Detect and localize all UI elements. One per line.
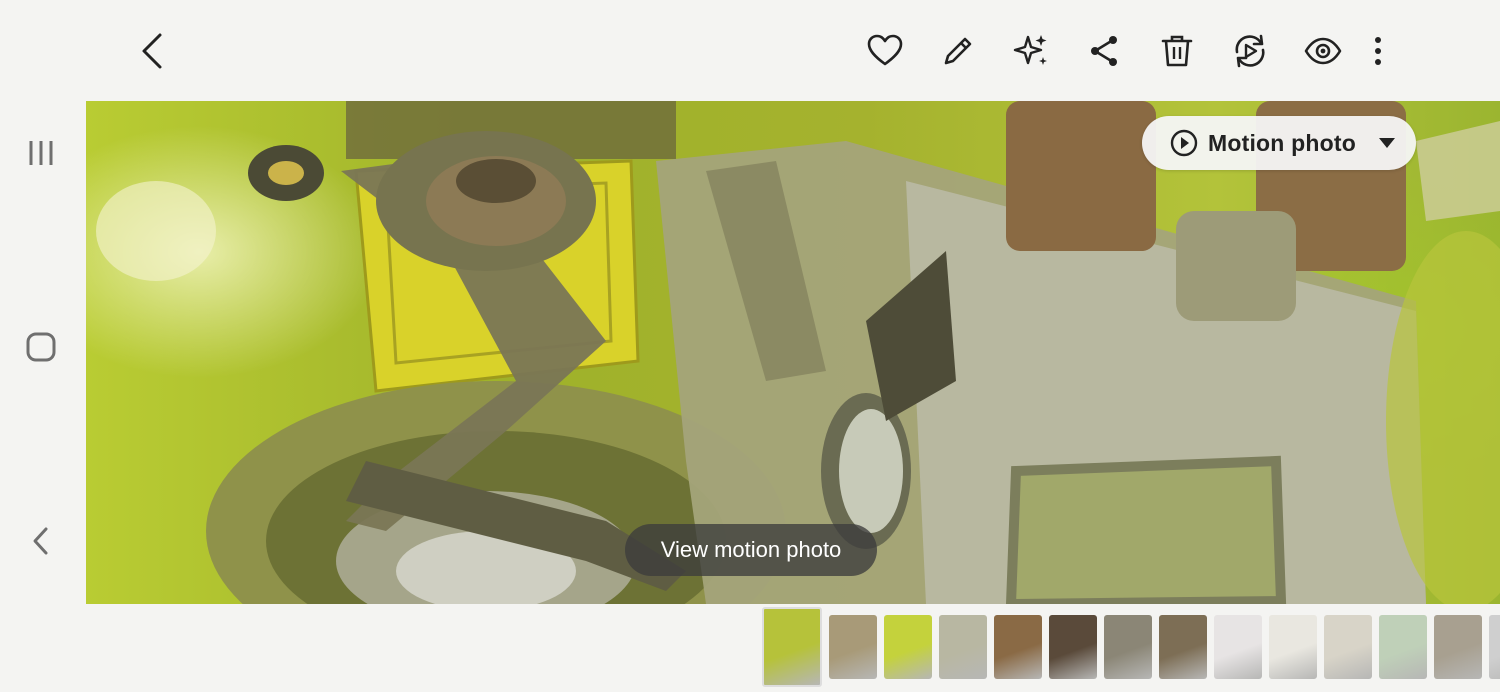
caret-down-icon — [1376, 132, 1398, 154]
recents-icon — [29, 141, 53, 165]
filmstrip-thumbnail[interactable] — [762, 607, 822, 687]
thumbnail-filmstrip[interactable] — [762, 607, 1500, 687]
filmstrip-thumbnail[interactable] — [1049, 615, 1097, 679]
view-motion-photo-button[interactable]: View motion photo — [625, 524, 877, 576]
ai-edit-button[interactable] — [1006, 26, 1056, 76]
filmstrip-thumbnail[interactable] — [884, 615, 932, 679]
remaster-button[interactable] — [1225, 26, 1275, 76]
share-icon — [1091, 36, 1117, 66]
filmstrip-thumbnail[interactable] — [1324, 615, 1372, 679]
heart-icon — [867, 34, 903, 66]
motion-photo-label: Motion photo — [1208, 129, 1357, 156]
home-icon — [26, 332, 56, 362]
edit-button[interactable] — [933, 26, 983, 76]
sparkle-icon — [1013, 35, 1047, 65]
favorite-button[interactable] — [860, 26, 910, 76]
refresh-play-icon — [1235, 34, 1265, 68]
delete-button[interactable] — [1152, 26, 1202, 76]
more-vertical-icon — [1375, 37, 1381, 65]
system-navigation-bar — [0, 100, 86, 604]
filmstrip-thumbnail[interactable] — [994, 615, 1042, 679]
eye-icon — [1304, 37, 1342, 65]
filmstrip-thumbnail[interactable] — [1434, 615, 1482, 679]
chevron-left-icon — [142, 33, 162, 69]
filmstrip-thumbnail[interactable] — [1379, 615, 1427, 679]
filmstrip-thumbnail[interactable] — [829, 615, 877, 679]
play-circle-icon — [1170, 129, 1198, 157]
more-options-button[interactable] — [1358, 26, 1398, 76]
pencil-icon — [944, 37, 972, 65]
filmstrip-thumbnail[interactable] — [939, 615, 987, 679]
back-button[interactable] — [130, 26, 176, 76]
share-button[interactable] — [1079, 26, 1129, 76]
filmstrip-thumbnail[interactable] — [1159, 615, 1207, 679]
filmstrip-thumbnail[interactable] — [1104, 615, 1152, 679]
system-back-button[interactable] — [18, 518, 64, 564]
motion-photo-toggle[interactable]: Motion photo — [1142, 116, 1416, 170]
bixby-vision-button[interactable] — [1298, 26, 1348, 76]
photo-toolbar — [860, 26, 1408, 76]
trash-icon — [1161, 35, 1193, 67]
filmstrip-thumbnail[interactable] — [1214, 615, 1262, 679]
back-icon — [33, 527, 48, 555]
filmstrip-thumbnail[interactable] — [1489, 615, 1500, 679]
home-button[interactable] — [18, 324, 64, 370]
filmstrip-thumbnail[interactable] — [1269, 615, 1317, 679]
recents-button[interactable] — [18, 130, 64, 176]
gallery-viewer-screen: Motion photo View motion photo — [0, 0, 1500, 692]
